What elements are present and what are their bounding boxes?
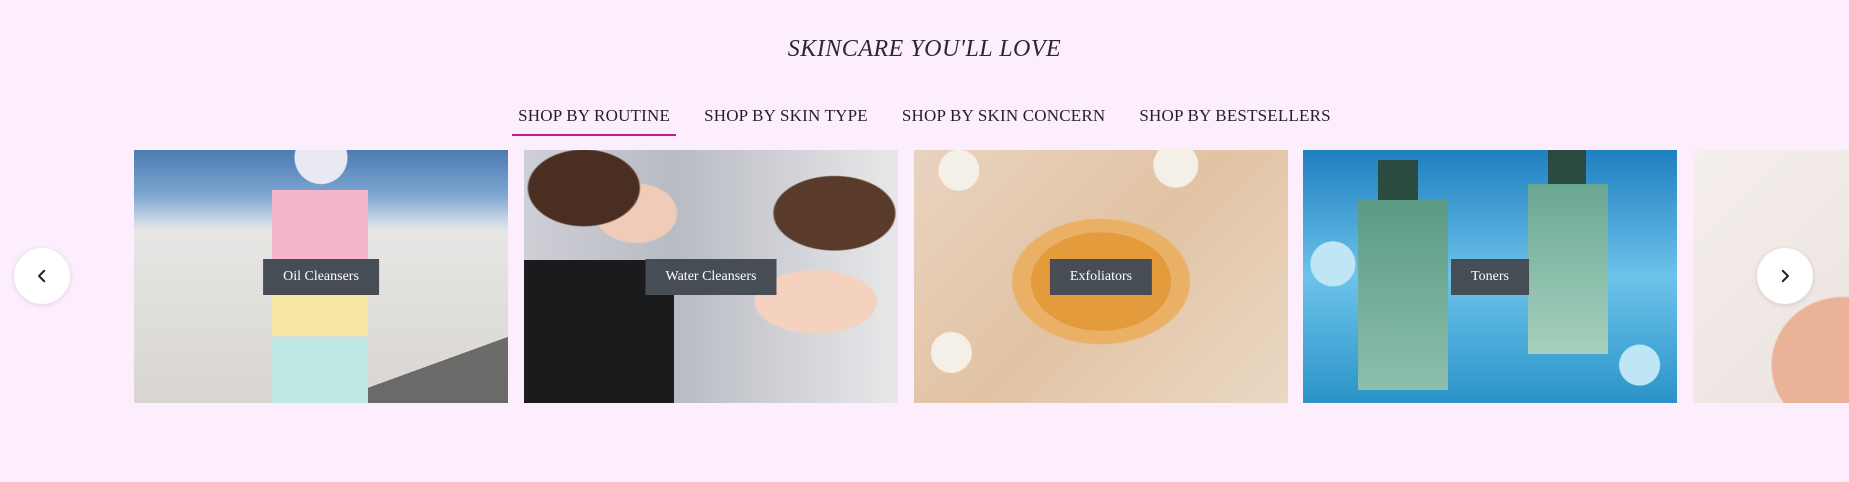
card-water-cleansers[interactable]: Water Cleansers — [524, 150, 898, 403]
card-oil-cleansers[interactable]: Oil Cleansers — [134, 150, 508, 403]
tab-shop-by-bestsellers[interactable]: SHOP BY BESTSELLERS — [1133, 104, 1336, 136]
card-label[interactable]: Exfoliators — [1049, 258, 1153, 295]
card-label[interactable]: Oil Cleansers — [263, 258, 379, 295]
carousel-next-button[interactable] — [1757, 248, 1813, 304]
chevron-right-icon — [1781, 269, 1789, 283]
card-label[interactable]: Water Cleansers — [645, 258, 777, 295]
card-exfoliators[interactable]: Exfoliators — [914, 150, 1288, 403]
product-carousel: Oil Cleansers Water Cleansers Exfoliator… — [134, 150, 1849, 403]
section-title: SKINCARE YOU'LL LOVE — [787, 36, 1062, 62]
category-tabs: SHOP BY ROUTINE SHOP BY SKIN TYPE SHOP B… — [0, 104, 1849, 136]
tab-shop-by-skin-type[interactable]: SHOP BY SKIN TYPE — [698, 104, 874, 136]
card-label[interactable]: Toners — [1451, 258, 1529, 295]
tab-shop-by-skin-concern[interactable]: SHOP BY SKIN CONCERN — [896, 104, 1111, 136]
tab-shop-by-routine[interactable]: SHOP BY ROUTINE — [512, 104, 677, 136]
carousel-prev-button[interactable] — [14, 248, 70, 304]
chevron-left-icon — [38, 269, 46, 283]
card-toners[interactable]: Toners — [1303, 150, 1677, 403]
